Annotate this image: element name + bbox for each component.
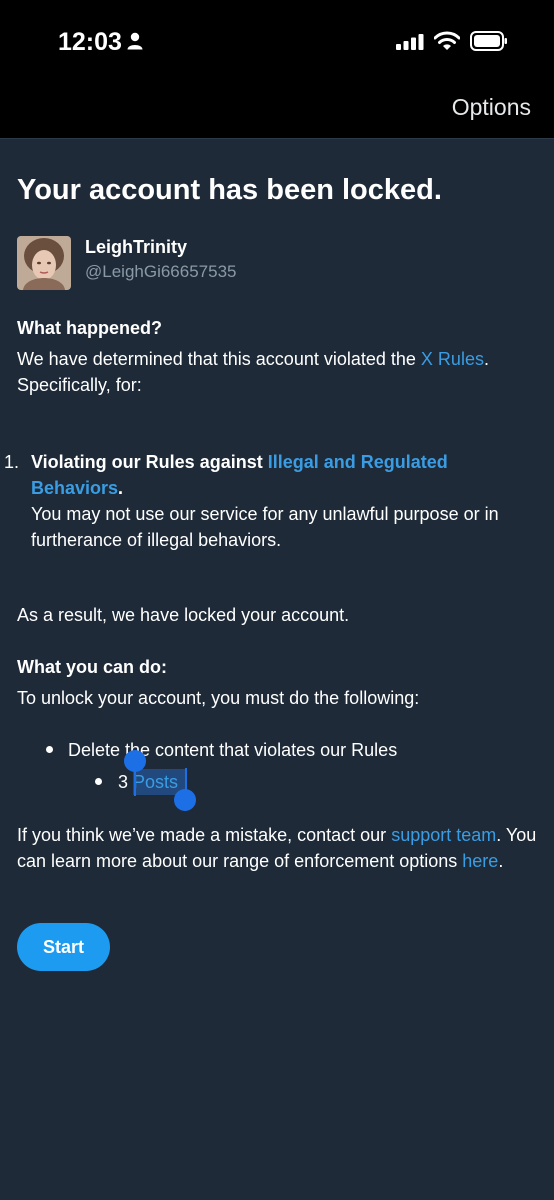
- violation-number: 1.: [4, 452, 20, 472]
- person-icon: [127, 32, 143, 50]
- what-happened-heading: What happened?: [17, 318, 162, 338]
- bullet: [95, 778, 102, 785]
- support-team-link[interactable]: support team: [391, 825, 496, 845]
- violation-lead: Violating our Rules against: [31, 452, 268, 472]
- top-bar: Options: [0, 82, 554, 139]
- what-you-can-do-heading: What you can do:: [17, 657, 167, 677]
- specifically-text: Specifically, for:: [17, 375, 142, 395]
- violation-period: .: [118, 478, 124, 498]
- unlock-instructions: To unlock your account, you must do the …: [17, 688, 420, 708]
- mistake-text-start: If you think we’ve made a mistake, conta…: [17, 825, 392, 845]
- what-happened-text: We have determined that this account vio…: [17, 346, 542, 398]
- start-button[interactable]: Start: [17, 923, 110, 971]
- page-title: Your account has been locked.: [17, 174, 442, 206]
- violation-item: Violating our Rules against Illegal and …: [31, 449, 541, 553]
- posts-count: 3: [118, 772, 129, 792]
- result-text: As a result, we have locked your account…: [17, 605, 350, 625]
- user-handle: @LeighGi66657535: [85, 262, 237, 281]
- options-button[interactable]: Options: [452, 94, 531, 121]
- selection-start-bar: [134, 768, 136, 796]
- posts-item: 3 Posts: [118, 769, 318, 795]
- mistake-text: If you think we’ve made a mistake, conta…: [17, 822, 542, 874]
- status-time: 12:03: [58, 28, 122, 56]
- violation-description: You may not use our service for any unla…: [31, 504, 499, 550]
- signal-icon: [396, 34, 424, 50]
- selection-end-handle[interactable]: [174, 789, 196, 811]
- posts-link[interactable]: Posts: [133, 772, 178, 792]
- mistake-text-end: .: [498, 851, 504, 871]
- x-rules-link[interactable]: X Rules: [421, 349, 484, 369]
- what-happened-text-start: We have determined that this account vio…: [17, 349, 421, 369]
- status-bar: 12:03: [0, 0, 554, 82]
- wifi-icon: [434, 31, 460, 50]
- battery-icon: [470, 31, 507, 51]
- avatar: [17, 236, 71, 290]
- bullet: [46, 746, 53, 753]
- what-happened-text-end: .: [483, 349, 489, 369]
- user-name[interactable]: LeighTrinity: [85, 237, 187, 258]
- here-link[interactable]: here: [462, 851, 498, 871]
